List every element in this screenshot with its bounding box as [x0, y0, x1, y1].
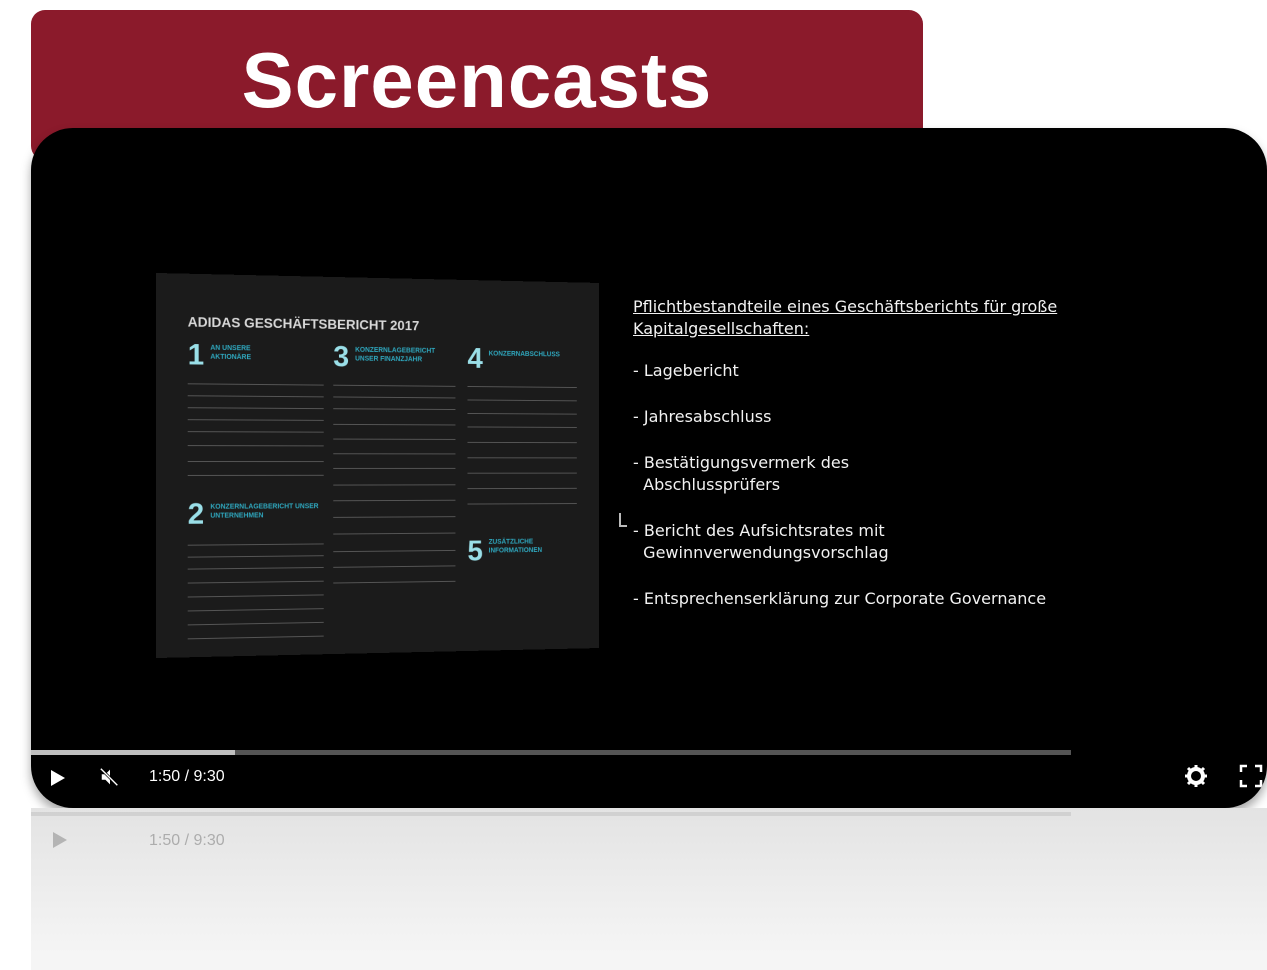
reflection-controls: 1:50 / 9:30 [31, 808, 1267, 868]
toc-line [188, 608, 324, 611]
toc-line [188, 407, 324, 409]
gear-icon[interactable] [1184, 764, 1208, 788]
play-icon[interactable] [51, 770, 65, 786]
video-player[interactable]: ADIDAS GESCHÄFTSBERICHT 2017 1 AN UNSERE… [31, 128, 1267, 808]
toc-line [188, 395, 324, 397]
toc-line [467, 386, 576, 388]
toc-line [333, 468, 455, 469]
toc-line [188, 567, 324, 570]
toc-line [333, 408, 455, 410]
toc-line [333, 581, 455, 584]
reflection-time: 1:50 / 9:30 [149, 832, 225, 850]
report-section-number: 3 [333, 341, 349, 374]
toc-line [333, 439, 455, 440]
toc-line [188, 622, 324, 626]
toc-line [188, 461, 324, 462]
slide-heading-line: Pflichtbestandteile eines Geschäftsberic… [633, 296, 1253, 318]
report-toc-lines [156, 273, 599, 283]
toc-line [188, 581, 324, 584]
slide-content: Pflichtbestandteile eines Geschäftsberic… [633, 296, 1253, 634]
progress-fill [31, 750, 235, 755]
report-section-label: KONZERNLAGEBERICHT UNSER FINANZJAHR [355, 346, 458, 365]
slide-heading: Pflichtbestandteile eines Geschäftsberic… [633, 296, 1253, 340]
toc-line [188, 543, 324, 545]
report-section-number: 4 [467, 343, 482, 376]
toc-line [467, 503, 576, 504]
toc-line [188, 475, 324, 476]
player-controls: 1:50 / 9:30 [31, 760, 1267, 804]
toc-line [188, 636, 324, 640]
toc-line [188, 383, 324, 385]
report-section-label: KONZERNLAGEBERICHT UNSER UNTERNEHMEN [210, 502, 326, 520]
slide-bullet: - Lagebericht [633, 360, 1253, 382]
slide-bullet: - Entsprechenserklärung zur Corporate Go… [633, 588, 1253, 610]
toc-line [467, 442, 576, 443]
report-section-number: 1 [188, 338, 204, 372]
slide-bullet: - Bericht des Aufsichtsrates mit Gewinnv… [633, 520, 1253, 564]
reflection-play-icon [53, 832, 67, 848]
toc-line [467, 473, 576, 474]
banner-title: Screencasts [31, 30, 923, 130]
toc-line [333, 500, 455, 501]
toc-line [333, 385, 455, 387]
toc-line [188, 419, 324, 421]
toc-line [467, 488, 576, 489]
report-section-label: ZUSÄTZLICHE INFORMATIONEN [489, 537, 571, 555]
toc-line [333, 424, 455, 426]
toc-line [188, 594, 324, 597]
toc-line [467, 413, 576, 415]
fullscreen-icon[interactable] [1239, 764, 1263, 788]
progress-bar[interactable] [31, 750, 1071, 755]
toc-line [333, 396, 455, 398]
toc-line [188, 555, 324, 557]
toc-line [333, 453, 455, 454]
slide-bullet: - Bestätigungsvermerk des Abschlussprüfe… [633, 452, 1253, 496]
report-title: ADIDAS GESCHÄFTSBERICHT 2017 [188, 314, 420, 334]
toc-line [333, 533, 455, 535]
time-display: 1:50 / 9:30 [149, 768, 225, 786]
report-section-number: 5 [467, 535, 482, 568]
toc-line [188, 445, 324, 446]
toc-line [467, 457, 576, 458]
mute-icon[interactable] [99, 766, 121, 788]
report-section-label: KONZERNABSCHLUSS [489, 350, 580, 360]
slide-marker [619, 513, 627, 527]
player-reflection: 1:50 / 9:30 [31, 808, 1267, 970]
toc-line [333, 484, 455, 485]
toc-line [188, 431, 324, 433]
toc-line [333, 565, 455, 567]
report-section-label: AN UNSERE AKTIONÄRE [210, 344, 288, 363]
reflection-progress [31, 812, 1071, 816]
slide-bullet: - Jahresabschluss [633, 406, 1253, 428]
toc-line [333, 550, 455, 552]
toc-line [467, 399, 576, 401]
report-section-number: 2 [188, 498, 204, 532]
toc-line [467, 426, 576, 427]
toc-line [333, 516, 455, 518]
report-page-image: ADIDAS GESCHÄFTSBERICHT 2017 1 AN UNSERE… [156, 273, 599, 658]
slide-heading-line: Kapitalgesellschaften: [633, 318, 1253, 340]
